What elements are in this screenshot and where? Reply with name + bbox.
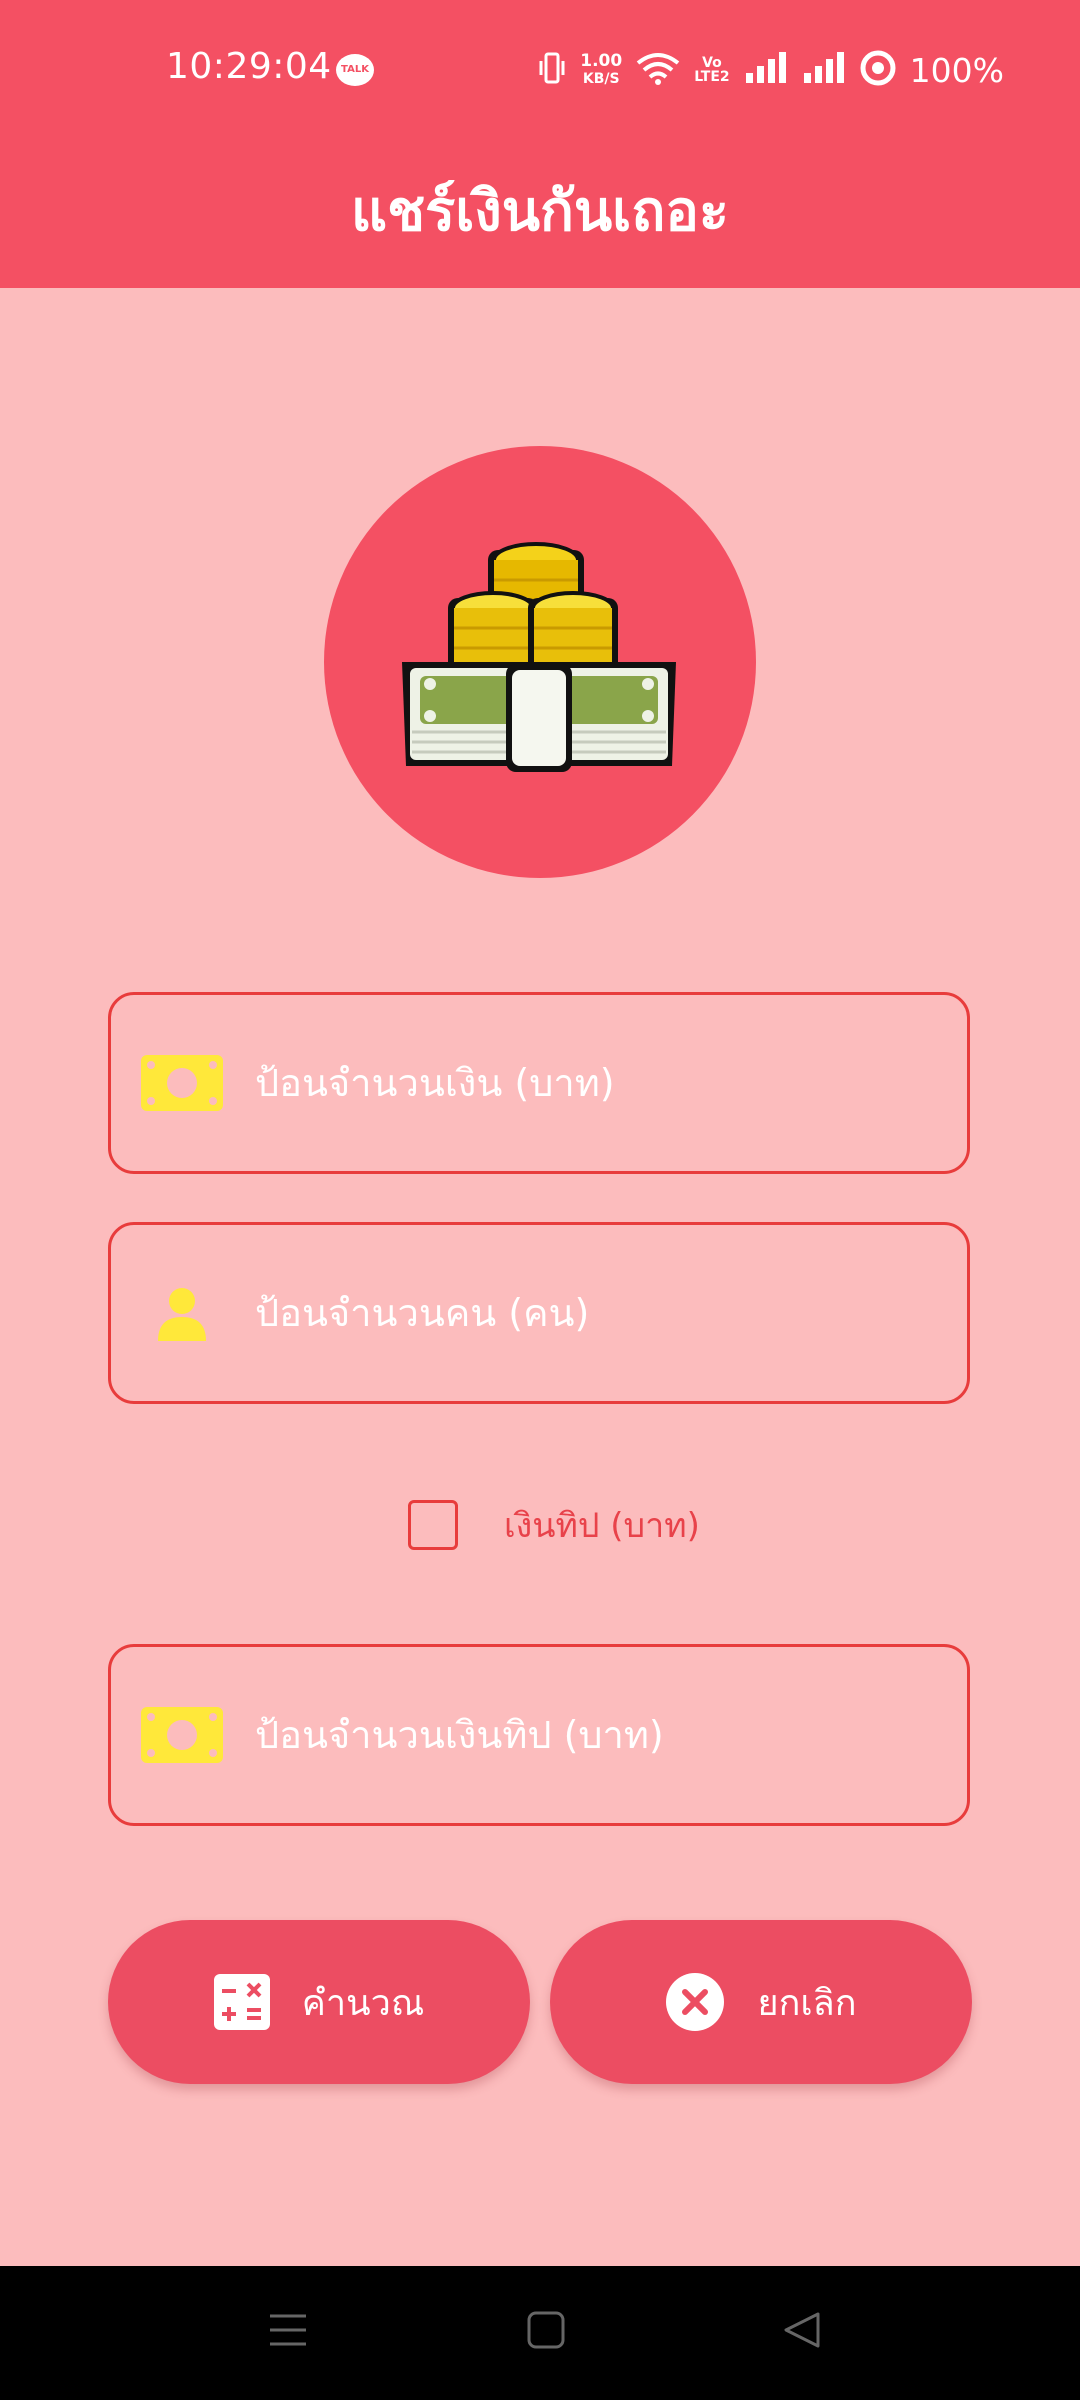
signal-icon [744, 51, 788, 89]
network-speed: 1.00 KB/S [580, 51, 623, 87]
amount-input[interactable] [253, 994, 967, 1172]
calculator-icon [213, 1974, 270, 2030]
tip-field[interactable] [108, 1644, 970, 1826]
people-field[interactable] [108, 1222, 970, 1404]
person-icon [141, 1285, 223, 1341]
status-bar: 10:29:04 TALK 1.00 KB/S Vo LTE2 100% [0, 0, 1080, 144]
back-icon[interactable] [782, 2310, 822, 2354]
app-header: 10:29:04 TALK 1.00 KB/S Vo LTE2 100% แชร… [0, 0, 1080, 288]
system-nav-bar [0, 2266, 1080, 2400]
hero-circle [324, 446, 756, 878]
status-icons: 1.00 KB/S Vo LTE2 100% [538, 48, 1004, 92]
people-input[interactable] [253, 1224, 967, 1402]
money-icon [141, 1707, 223, 1763]
sync-icon [860, 50, 896, 90]
recent-apps-icon[interactable] [268, 2310, 308, 2354]
money-icon [141, 1055, 223, 1111]
tip-input[interactable] [253, 1646, 967, 1824]
wifi-icon [636, 51, 680, 89]
app-title: แชร์เงินกันเถอะ [351, 179, 729, 244]
signal-icon-2 [802, 51, 846, 89]
close-circle-icon [665, 1972, 725, 2032]
vibrate-icon [538, 51, 566, 89]
tip-checkbox-label[interactable]: เงินทิป (บาท) [504, 1498, 700, 1552]
tip-checkbox[interactable] [408, 1500, 458, 1550]
cancel-button-label: ยกเลิก [757, 1982, 857, 2024]
tip-checkbox-row[interactable]: เงินทิป (บาท) [408, 1498, 700, 1552]
cancel-button[interactable]: ยกเลิก [550, 1920, 972, 2084]
volte-icon: Vo LTE2 [694, 55, 730, 85]
calculate-button[interactable]: คำนวณ [108, 1920, 530, 2084]
status-time: 10:29:04 [166, 46, 332, 87]
home-icon[interactable] [526, 2310, 566, 2354]
money-coins-icon [402, 542, 676, 772]
talk-notification-icon: TALK [336, 54, 374, 86]
battery-level: 100% [909, 50, 1004, 90]
amount-field[interactable] [108, 992, 970, 1174]
calculate-button-label: คำนวณ [301, 1982, 425, 2024]
